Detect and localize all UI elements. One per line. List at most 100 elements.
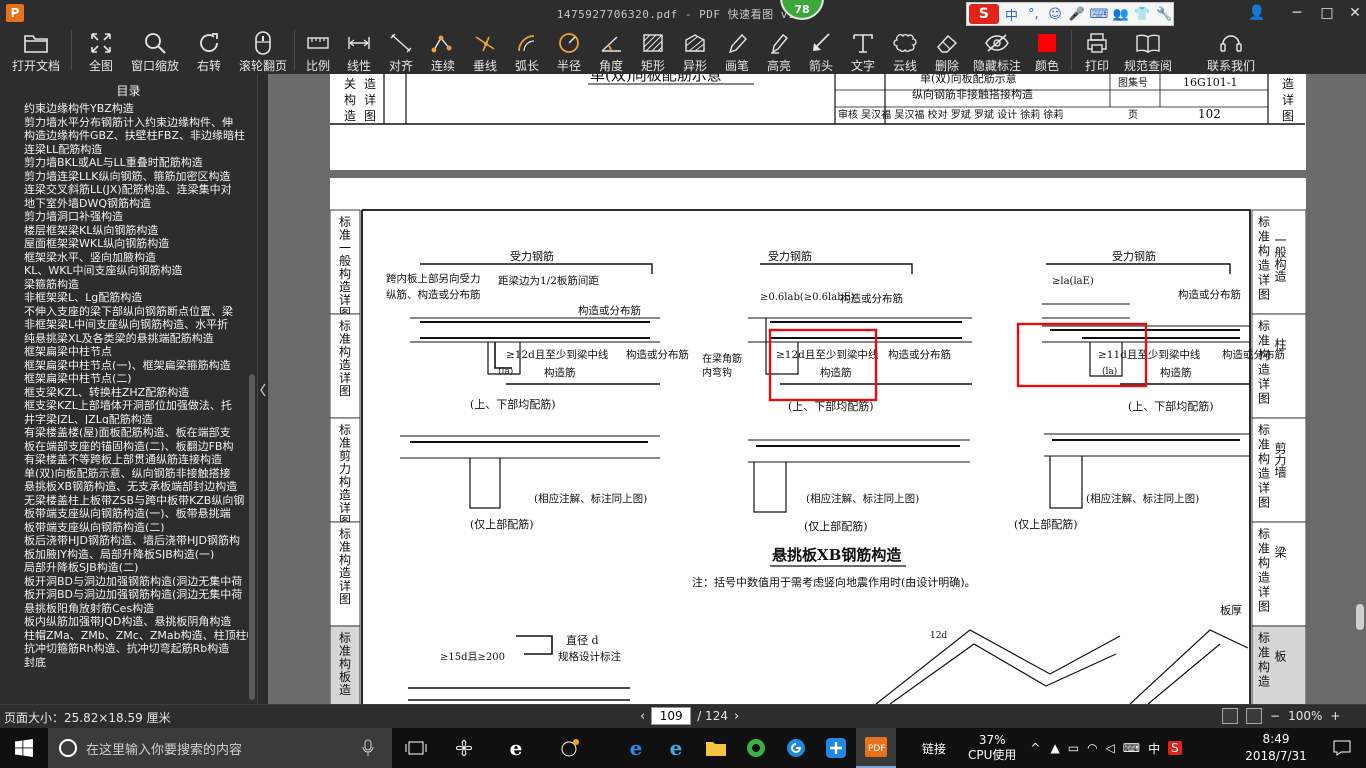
toc-item[interactable]: 井字梁JZL、JZLg配筋构造 bbox=[0, 411, 248, 425]
toc-item[interactable]: KL、WKL中间支座纵向钢筋构造 bbox=[0, 262, 248, 276]
toc-item[interactable]: 板加腋JY构造、局部升降板SJB构造(一) bbox=[0, 546, 248, 560]
browser-green-button[interactable] bbox=[736, 728, 776, 768]
toc-item[interactable]: 屋面框架梁WKL纵向钢筋构造 bbox=[0, 235, 248, 249]
notification-app-button[interactable] bbox=[550, 728, 590, 768]
taskbar-search[interactable]: 在这里输入你要搜索的内容 bbox=[48, 728, 392, 768]
tray-expand-icon[interactable]: ^ bbox=[1030, 741, 1040, 755]
fan-app-button[interactable] bbox=[444, 728, 484, 768]
radius-button[interactable]: 半径 bbox=[548, 26, 590, 74]
toc-item[interactable]: 纯悬挑梁XL及各类梁的悬挑端配筋构造 bbox=[0, 330, 248, 344]
document-viewer[interactable]: 关 构 造 造 详 图 单(双)向板配筋示意 单(双)向板配筋示意 纵向钢筋非接… bbox=[268, 74, 1366, 704]
skin-icon[interactable]: 👕 bbox=[1133, 7, 1151, 22]
file-explorer-button[interactable] bbox=[696, 728, 736, 768]
toc-item[interactable]: 剪力墙BKL或AL与LL重叠时配筋构造 bbox=[0, 154, 248, 168]
edge-legacy-button[interactable]: e bbox=[496, 728, 536, 768]
tray-app-icon[interactable]: ▲ bbox=[1050, 741, 1059, 755]
maximize-button[interactable]: □ bbox=[1314, 2, 1340, 24]
toc-item[interactable]: 悬挑板XB钢筋构造、无支承板端部封边构造 bbox=[0, 478, 248, 492]
hide-marks-button[interactable]: 隐藏标注 bbox=[968, 26, 1026, 74]
wheel-page-button[interactable]: 滚轮翻页 bbox=[235, 26, 291, 74]
clock[interactable]: 8:49 2018/7/31 bbox=[1236, 731, 1316, 765]
ime-punct-toggle[interactable]: °, bbox=[1024, 7, 1042, 22]
close-button[interactable]: ✕ bbox=[1342, 2, 1366, 24]
aligned-button[interactable]: 对齐 bbox=[380, 26, 422, 74]
toc-item[interactable]: 板带端支座纵向钢筋构造(一)、板带悬挑端 bbox=[0, 505, 248, 519]
ime-lang-toggle[interactable]: 中 bbox=[1003, 5, 1021, 24]
toc-item[interactable]: 构造边缘构件GBZ、扶壁柱FBZ、非边缘暗柱 bbox=[0, 127, 248, 141]
pdf-viewer-taskbar-button[interactable]: PDF bbox=[856, 728, 896, 768]
toc-item[interactable]: 不伸入支座的梁下部纵向钢筋断点位置、梁 bbox=[0, 303, 248, 317]
ime-indicator[interactable]: 中 bbox=[1148, 740, 1160, 757]
toc-item[interactable]: 非框架梁L中间支座纵向钢筋构造、水平折 bbox=[0, 316, 248, 330]
cloud-button[interactable]: 云线 bbox=[884, 26, 926, 74]
toc-item[interactable]: 有梁楼盖不等跨板上部贯通纵筋连接构造 bbox=[0, 451, 248, 465]
keyboard-icon[interactable]: ⌨ bbox=[1123, 741, 1140, 755]
toc-item[interactable]: 板在端部支座的锚固构造(二)、板翻边FB构 bbox=[0, 438, 248, 452]
zoom-level[interactable]: 100% bbox=[1288, 709, 1322, 723]
sidebar-collapse-icon[interactable] bbox=[258, 370, 268, 410]
toc-item[interactable]: 框支梁KZL上部墙体开洞部位加强做法、托 bbox=[0, 397, 248, 411]
toc-item[interactable]: 有梁楼盖楼(屋)面板配筋构造、板在端部支 bbox=[0, 424, 248, 438]
perpendicular-button[interactable]: 垂线 bbox=[464, 26, 506, 74]
arrow-button[interactable]: 箭头 bbox=[800, 26, 842, 74]
rotate-right-button[interactable]: 右转 bbox=[183, 26, 235, 74]
toc-item[interactable]: 楼层框架梁KL纵向钢筋构造 bbox=[0, 222, 248, 236]
arc-length-button[interactable]: 弧长 bbox=[506, 26, 548, 74]
network-icon[interactable]: ▭ bbox=[1068, 741, 1079, 755]
start-button[interactable] bbox=[0, 728, 48, 768]
print-button[interactable]: 打印 bbox=[1075, 26, 1119, 74]
ie-button[interactable]: e bbox=[656, 728, 696, 768]
toc-item[interactable]: 剪力墙洞口补强构造 bbox=[0, 208, 248, 222]
toc-item[interactable]: 框支梁KZL、转换柱ZHZ配筋构造 bbox=[0, 384, 248, 398]
zoom-out-icon[interactable]: − bbox=[1270, 709, 1280, 723]
toc-item[interactable]: 框架扁梁中柱节点(二) bbox=[0, 370, 248, 384]
toc-item[interactable]: 连梁LL配筋构造 bbox=[0, 141, 248, 155]
delete-button[interactable]: 删除 bbox=[926, 26, 968, 74]
task-view-button[interactable] bbox=[396, 728, 436, 768]
toc-item[interactable]: 板开洞BD与洞边加强钢筋构造(洞边无集中荷 bbox=[0, 586, 248, 600]
irregular-button[interactable]: 异形 bbox=[674, 26, 716, 74]
viewer-scrollbar[interactable] bbox=[1356, 604, 1364, 630]
toc-item[interactable]: 框架扁梁中柱节点 bbox=[0, 343, 248, 357]
color-button[interactable]: 颜色 bbox=[1026, 26, 1068, 74]
toc-item[interactable]: 剪力墙连梁LLK纵向钢筋、箍筋加密区构造 bbox=[0, 168, 248, 182]
continuous-button[interactable]: 连续 bbox=[422, 26, 464, 74]
toc-item[interactable]: 封底 bbox=[0, 654, 248, 668]
microphone-icon[interactable]: 🎤 bbox=[1068, 7, 1086, 22]
emoji-icon[interactable]: ☺ bbox=[1046, 7, 1064, 22]
code-lookup-button[interactable]: 规范查阅 bbox=[1119, 26, 1177, 74]
pen-button[interactable]: 画笔 bbox=[716, 26, 758, 74]
linear-button[interactable]: 线性 bbox=[338, 26, 380, 74]
toc-item[interactable]: 抗冲切箍筋Rh构造、抗冲切弯起筋Rb构造 bbox=[0, 640, 248, 654]
toc-item[interactable]: 框架梁水平、竖向加腋构造 bbox=[0, 249, 248, 263]
prev-page-icon[interactable]: ‹ bbox=[640, 709, 645, 724]
toc-item[interactable]: 框架扁梁中柱节点(一)、框架扁梁箍筋构造 bbox=[0, 357, 248, 371]
fit-all-button[interactable]: 全图 bbox=[75, 26, 127, 74]
toc-item[interactable]: 柱帽ZMa、ZMb、ZMc、ZMab构造、柱顶柱帽 bbox=[0, 627, 248, 641]
edge-button[interactable]: e bbox=[616, 728, 656, 768]
toc-item[interactable]: 板内纵筋加强带JQD构造、悬挑板阴角构造 bbox=[0, 613, 248, 627]
minimize-button[interactable]: ─ bbox=[1284, 2, 1310, 24]
zoom-in-icon[interactable]: + bbox=[1330, 709, 1340, 723]
toc-item[interactable]: 局部升降板SJB构造(二) bbox=[0, 559, 248, 573]
toc-item[interactable]: 无梁楼盖柱上板带ZSB与跨中板带KZB纵向钢 bbox=[0, 492, 248, 506]
account-icon[interactable]: 👤 bbox=[1244, 2, 1270, 24]
single-page-view-icon[interactable] bbox=[1222, 708, 1238, 724]
wifi-icon[interactable]: ◠ bbox=[1087, 741, 1097, 755]
toc-item[interactable]: 板开洞BD与洞边加强钢筋构造(洞边无集中荷 bbox=[0, 573, 248, 587]
toc-scrollbar[interactable] bbox=[249, 374, 255, 700]
sogou-tray-icon[interactable]: S bbox=[1168, 741, 1182, 755]
toc-item[interactable]: 连梁交叉斜筋LL(JX)配筋构造、连梁集中对 bbox=[0, 181, 248, 195]
toc-item[interactable]: 非框架梁L、Lg配筋构造 bbox=[0, 289, 248, 303]
toc-item[interactable]: 地下室外墙DWQ钢筋构造 bbox=[0, 195, 248, 209]
toc-item[interactable]: 约束边缘构件YBZ构造 bbox=[0, 100, 248, 114]
cpu-monitor[interactable]: 37% CPU使用 bbox=[968, 733, 1016, 763]
angle-button[interactable]: 角度 bbox=[590, 26, 632, 74]
browser-blue-button[interactable] bbox=[776, 728, 816, 768]
scale-button[interactable]: 比例 bbox=[298, 26, 338, 74]
toc-item[interactable]: 梁箍筋构造 bbox=[0, 276, 248, 290]
continuous-view-icon[interactable] bbox=[1246, 708, 1262, 724]
toc-item[interactable]: 板带端支座纵向钢筋构造(二) bbox=[0, 519, 248, 533]
microphone-icon[interactable] bbox=[362, 739, 374, 757]
toc-item[interactable]: 单(双)向板配筋示意、纵向钢筋非接触搭接 bbox=[0, 465, 248, 479]
